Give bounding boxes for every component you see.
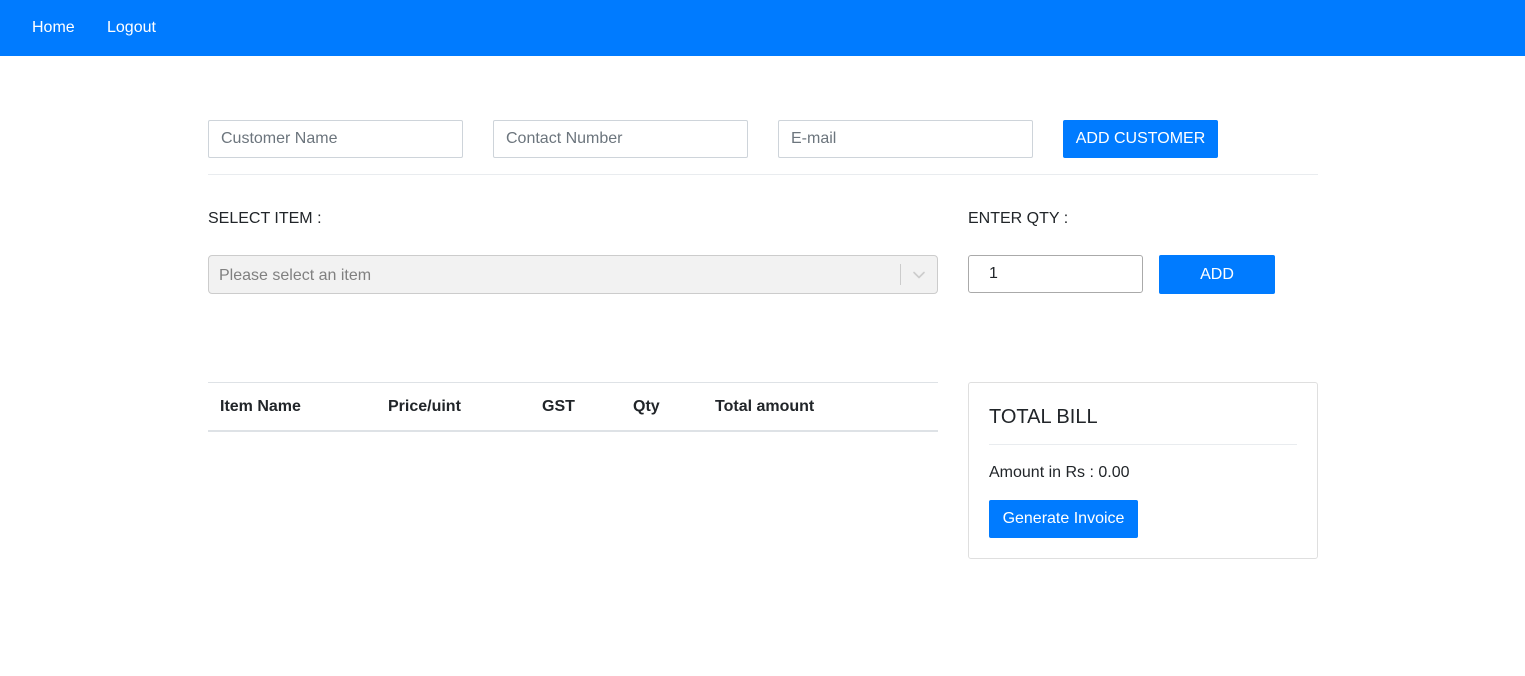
add-item-button[interactable]: ADD [1159,255,1275,294]
customer-name-input[interactable] [208,120,463,158]
nav-home-link[interactable]: Home [32,18,75,38]
nav-logout-link[interactable]: Logout [107,18,156,38]
table-top-border [208,382,938,383]
bill-amount: Amount in Rs : 0.00 [989,464,1130,481]
item-select-placeholder: Please select an item [219,267,372,284]
enter-qty-label: ENTER QTY : [968,210,1069,227]
column-header-price: Price/uint [388,398,461,415]
column-header-item-name: Item Name [220,398,301,415]
bill-divider [989,444,1297,445]
email-input[interactable] [778,120,1033,158]
column-header-total-amount: Total amount [715,398,815,415]
contact-number-input[interactable] [493,120,748,158]
generate-invoice-button[interactable]: Generate Invoice [989,500,1138,538]
qty-input[interactable] [968,255,1143,293]
section-divider [208,174,1318,175]
add-customer-button[interactable]: ADD CUSTOMER [1063,120,1218,158]
column-header-gst: GST [542,398,575,415]
total-bill-title: TOTAL BILL [989,406,1098,428]
chevron-down-icon[interactable] [909,266,929,284]
column-header-qty: Qty [633,398,660,415]
select-item-label: SELECT ITEM : [208,210,322,227]
total-bill-card: TOTAL BILL Amount in Rs : 0.00 Generate … [968,382,1318,559]
select-indicator-separator [900,264,901,285]
item-select[interactable]: Please select an item [208,255,938,294]
table-header-border [208,430,938,432]
navbar: Home Logout [0,0,1525,56]
